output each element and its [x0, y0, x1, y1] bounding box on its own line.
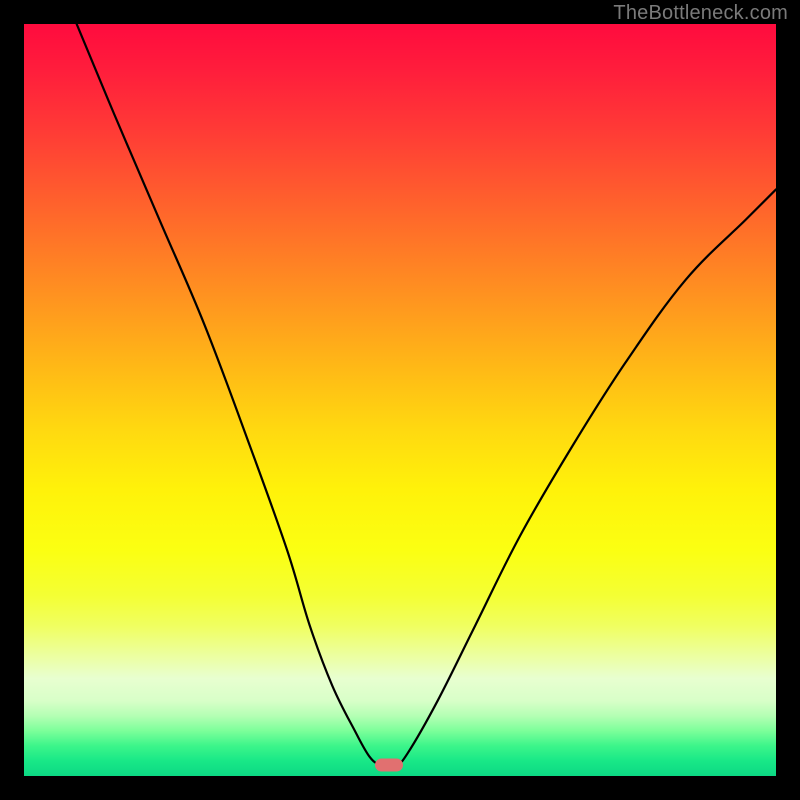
- bottleneck-curve: [24, 24, 776, 776]
- optimal-marker: [375, 758, 403, 771]
- chart-frame: TheBottleneck.com: [0, 0, 800, 800]
- plot-area: [24, 24, 776, 776]
- watermark-text: TheBottleneck.com: [613, 2, 788, 25]
